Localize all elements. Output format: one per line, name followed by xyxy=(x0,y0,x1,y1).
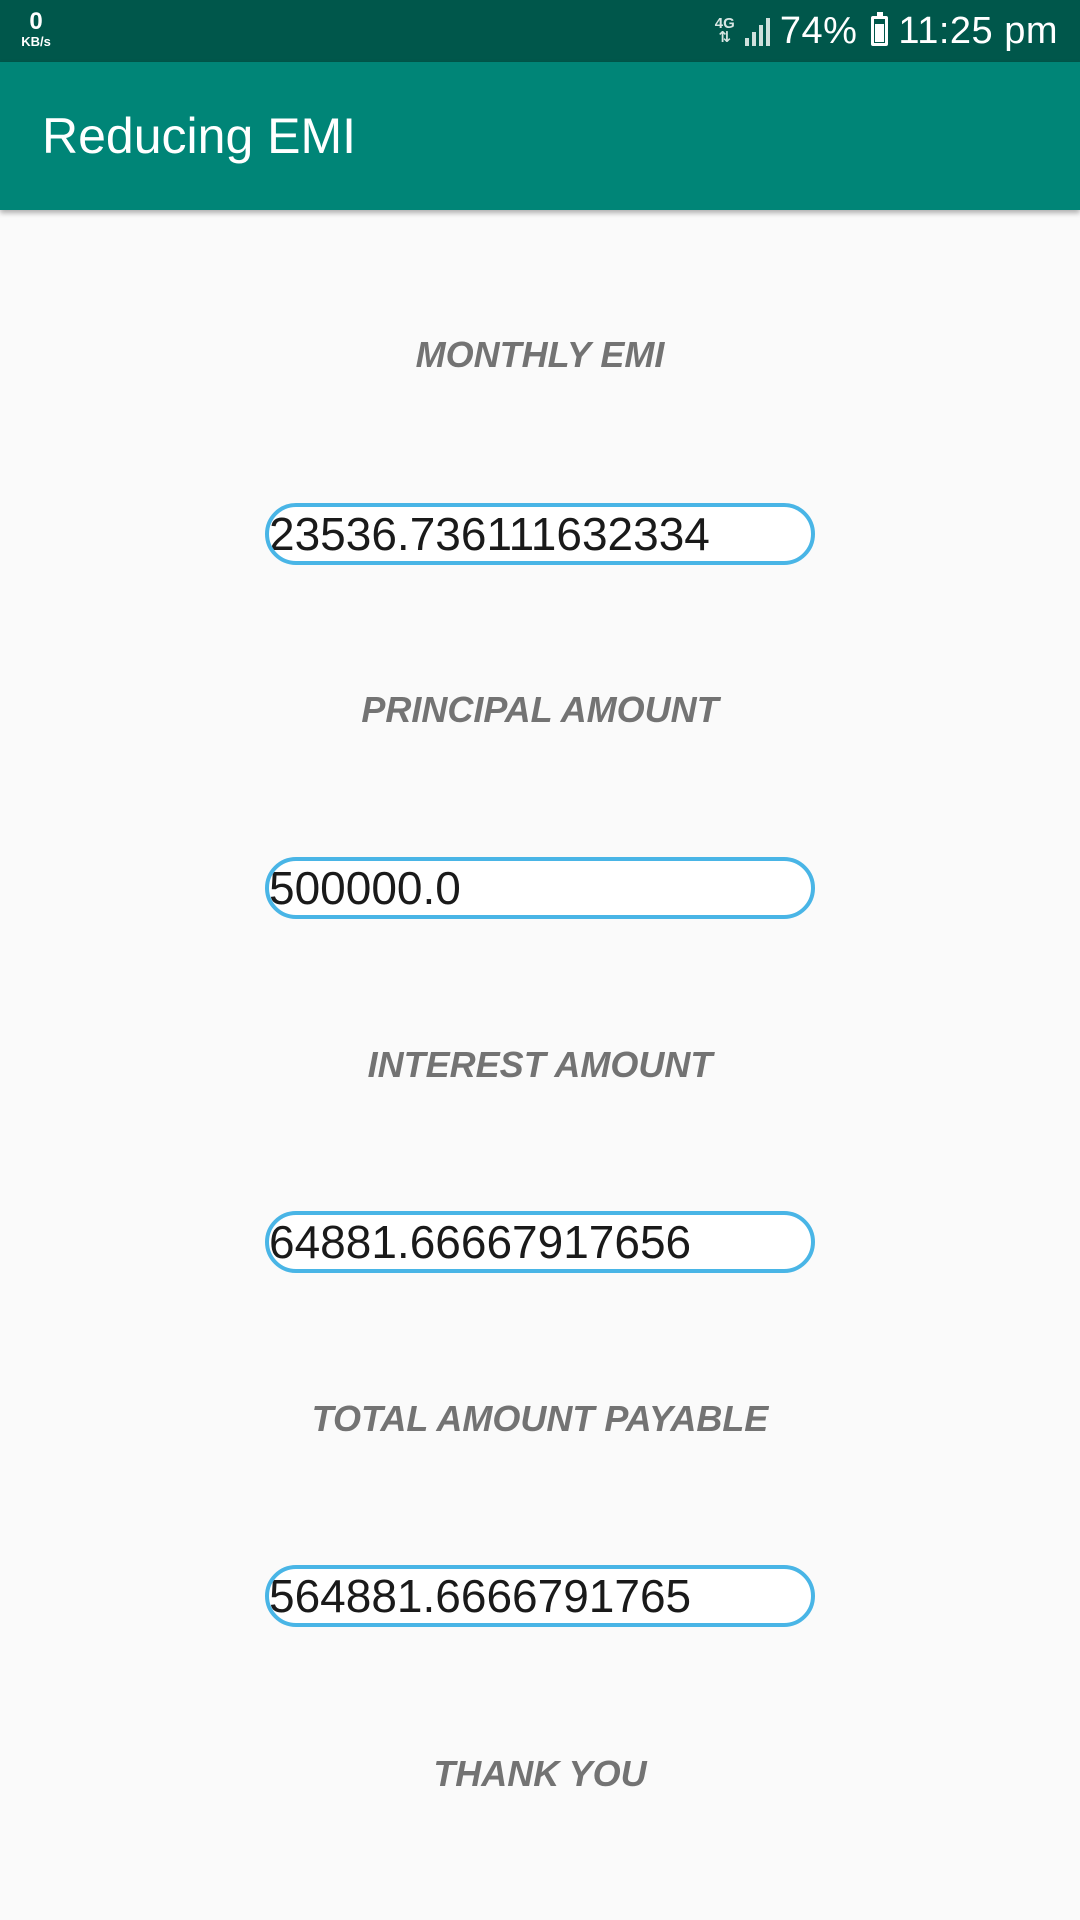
monthly-emi-label: MONTHLY EMI xyxy=(415,334,665,375)
total-amount-payable-field[interactable]: 564881.6666791765 xyxy=(265,1565,815,1627)
signal-icon xyxy=(744,16,770,46)
battery-percentage: 74% xyxy=(779,9,858,52)
principal-amount-label: PRINCIPAL AMOUNT xyxy=(361,689,719,730)
interest-amount-field[interactable]: 64881.66667917656 xyxy=(265,1211,815,1273)
clock: 11:25 pm xyxy=(898,9,1058,52)
network-speed: 0 KB/s xyxy=(16,8,56,49)
monthly-emi-field[interactable]: 23536.736111632334 xyxy=(265,503,815,565)
status-bar: 0 KB/s 4G ⇅ 74% 11:25 pm xyxy=(0,0,1080,62)
battery-icon xyxy=(871,12,889,46)
network-speed-value: 0 xyxy=(29,8,43,35)
network-type-icon: 4G ⇅ xyxy=(714,14,735,46)
status-right-group: 4G ⇅ 74% 11:25 pm xyxy=(715,0,1058,62)
total-amount-payable-label: TOTAL AMOUNT PAYABLE xyxy=(311,1398,769,1439)
principal-amount-field[interactable]: 500000.0 xyxy=(265,857,815,919)
network-speed-unit: KB/s xyxy=(21,34,51,49)
network-type-label: 4G xyxy=(714,14,735,32)
app-bar: Reducing EMI xyxy=(0,62,1080,210)
app-title: Reducing EMI xyxy=(42,108,357,164)
interest-amount-label: INTEREST AMOUNT xyxy=(367,1044,713,1085)
thank-you-text: THANK YOU xyxy=(433,1753,647,1794)
